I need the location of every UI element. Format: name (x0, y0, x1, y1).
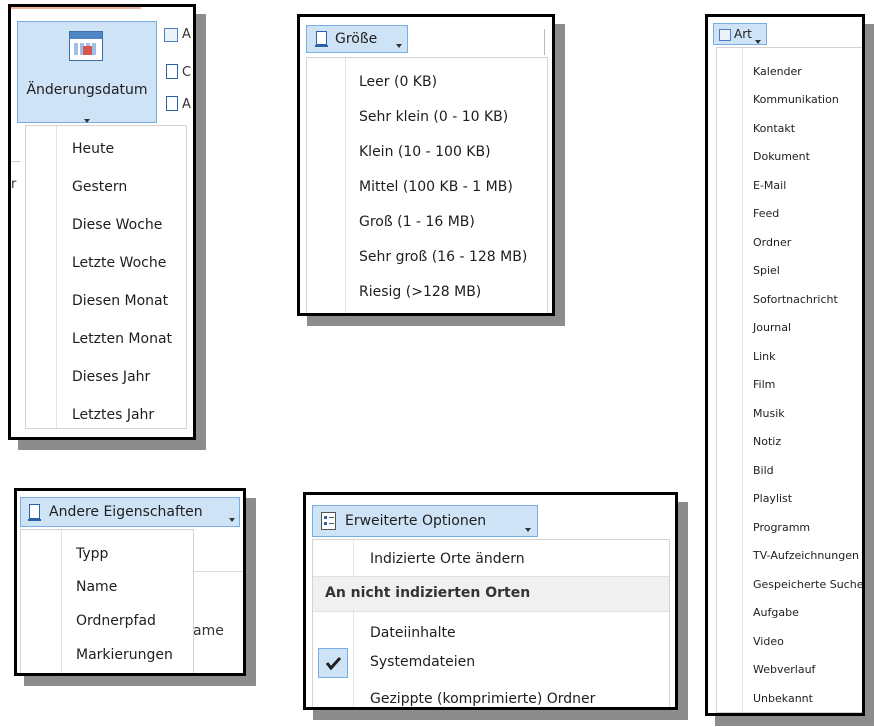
size-button-label: Größe (335, 31, 378, 47)
advanced-options-label: Erweiterte Optionen (345, 513, 487, 529)
copy-icon (719, 29, 731, 41)
kind-menu: Kalender Kommunikation Kontakt Dokument … (716, 47, 862, 713)
kind-item[interactable]: Notiz (717, 430, 862, 449)
kind-item[interactable]: Webverlauf (717, 658, 862, 677)
size-item-empty[interactable]: Leer (0 KB) (307, 71, 547, 90)
date-item-this-year[interactable]: Dieses Jahr (26, 366, 186, 385)
kind-item[interactable]: Sofortnachricht (717, 288, 862, 307)
kind-item[interactable]: Playlist (717, 487, 862, 506)
other-properties-label: Andere Eigenschaften (49, 504, 203, 520)
date-item-last-month[interactable]: Letzten Monat (26, 328, 186, 347)
kind-item[interactable]: Kommunikation (717, 88, 862, 107)
kind-button-label: Art (734, 27, 752, 41)
section-header: An nicht indizierten Orten (313, 576, 669, 612)
date-item-this-week[interactable]: Diese Woche (26, 214, 186, 233)
ribbon-accent-line (11, 7, 141, 9)
modified-date-label: Änderungsdatum (26, 82, 148, 98)
kind-item[interactable]: Bild (717, 459, 862, 478)
kind-item[interactable]: E-Mail (717, 174, 862, 193)
size-item-medium[interactable]: Mittel (100 KB - 1 MB) (307, 176, 547, 195)
other-properties-button[interactable]: Andere Eigenschaften (20, 497, 240, 527)
size-item-gigantic[interactable]: Riesig (>128 MB) (307, 281, 547, 300)
modified-date-menu: Heute Gestern Diese Woche Letzte Woche D… (25, 125, 187, 429)
background-divider (193, 571, 243, 572)
document-icon (315, 31, 328, 47)
date-panel: A C A r Änderungsdatum Heute Gestern Die… (8, 4, 196, 440)
chevron-down-icon (229, 509, 235, 528)
size-item-large[interactable]: Groß (1 - 16 MB) (307, 211, 547, 230)
modified-date-button[interactable]: Änderungsdatum (17, 21, 157, 123)
size-item-huge[interactable]: Sehr groß (16 - 128 MB) (307, 246, 547, 265)
checkmark-highlight (318, 648, 348, 678)
date-item-yesterday[interactable]: Gestern (26, 176, 186, 195)
copy-path-icon[interactable] (164, 28, 178, 42)
kind-item[interactable]: Video (717, 630, 862, 649)
date-item-this-month[interactable]: Diesen Monat (26, 290, 186, 309)
kind-item[interactable]: Gespeicherte Suche (717, 573, 862, 592)
ribbon-label-fragment: A (182, 97, 191, 112)
document-icon (28, 504, 41, 521)
kind-item[interactable]: Kontakt (717, 117, 862, 136)
kind-item[interactable]: Ordner (717, 231, 862, 250)
advanced-options-button[interactable]: Erweiterte Optionen (312, 505, 538, 537)
kind-item[interactable]: Spiel (717, 259, 862, 278)
kind-item[interactable]: Programm (717, 516, 862, 535)
other-item-folder-path[interactable]: Ordnerpfad (21, 610, 193, 629)
size-menu: Leer (0 KB) Sehr klein (0 - 10 KB) Klein… (306, 57, 548, 313)
background-text-fragment: r (11, 177, 17, 192)
kind-button[interactable]: Art (713, 23, 767, 45)
other-item-tags[interactable]: Markierungen (21, 644, 193, 663)
advanced-options-menu: Indizierte Orte ändern An nicht indizier… (312, 539, 670, 707)
size-item-tiny[interactable]: Sehr klein (0 - 10 KB) (307, 106, 547, 125)
chevron-down-icon (525, 519, 531, 538)
kind-item[interactable]: Unbekannt (717, 687, 862, 706)
kind-item[interactable]: Film (717, 373, 862, 392)
file-contents-item[interactable]: Dateiinhalte (313, 622, 669, 641)
options-list-icon (321, 512, 336, 530)
kind-panel: Art Kalender Kommunikation Kontakt Dokum… (705, 14, 865, 716)
kind-item[interactable]: Kalender (717, 60, 862, 79)
ribbon-divider (11, 161, 20, 162)
other-properties-panel: Andere Eigenschaften ame Typp Name Ordne… (14, 488, 246, 676)
calendar-icon (69, 31, 103, 61)
other-item-type[interactable]: Typp (21, 543, 193, 562)
kind-item[interactable]: Journal (717, 316, 862, 335)
ribbon-label-fragment: A (182, 27, 191, 42)
size-button[interactable]: Größe (306, 25, 408, 53)
other-properties-menu: Typp Name Ordnerpfad Markierungen (20, 529, 194, 673)
size-panel: Größe Leer (0 KB) Sehr klein (0 - 10 KB)… (297, 14, 555, 316)
size-item-small[interactable]: Klein (10 - 100 KB) (307, 141, 547, 160)
ribbon-label-fragment: C (182, 65, 192, 80)
document-icon[interactable] (166, 64, 178, 79)
kind-item[interactable]: Dokument (717, 145, 862, 164)
check-icon (325, 656, 342, 671)
advanced-options-panel: Erweiterte Optionen Indizierte Orte ände… (303, 492, 678, 710)
date-item-last-year[interactable]: Letztes Jahr (26, 404, 186, 423)
kind-item[interactable]: Feed (717, 202, 862, 221)
system-files-item[interactable]: Systemdateien (313, 648, 669, 682)
date-item-last-week[interactable]: Letzte Woche (26, 252, 186, 271)
document-icon[interactable] (166, 96, 178, 111)
date-item-today[interactable]: Heute (26, 138, 186, 157)
kind-item[interactable]: Aufgabe (717, 601, 862, 620)
zipped-folders-item[interactable]: Gezippte (komprimierte) Ordner (313, 688, 669, 707)
background-column-header: ame (193, 623, 224, 639)
chevron-down-icon (396, 35, 402, 54)
other-item-name[interactable]: Name (21, 576, 193, 595)
ribbon-divider (544, 29, 545, 55)
change-indexed-locations-item[interactable]: Indizierte Orte ändern (313, 548, 669, 567)
kind-item[interactable]: Link (717, 345, 862, 364)
kind-item[interactable]: Musik (717, 402, 862, 421)
kind-item[interactable]: TV-Aufzeichnungen (717, 544, 862, 563)
